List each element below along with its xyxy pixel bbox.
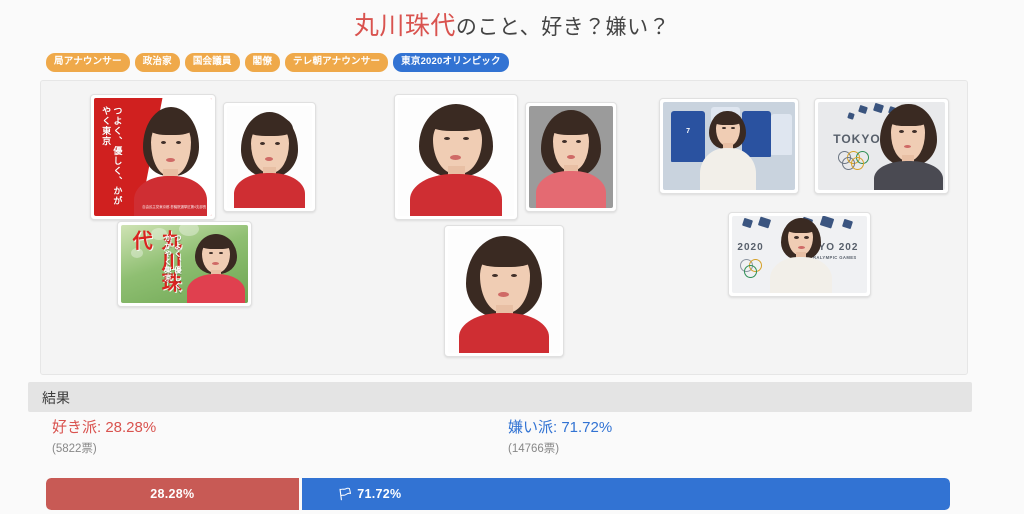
page-title-rest: のこと、好き？嫌い？ xyxy=(455,16,671,39)
gallery-photo-tokyo-olympic-backdrop[interactable]: TOKYO xyxy=(814,98,949,194)
gallery-photo-portrait-red-suit-white-bg[interactable] xyxy=(223,102,316,212)
campaign-poster-red-caption: つよく、優しく、かがやく東京 xyxy=(101,106,123,207)
tag-announcer[interactable]: 局アナウンサー xyxy=(46,53,130,72)
campaign-poster-green-image: 丸川珠代 つよく、優しく、かがやく東京 xyxy=(121,225,248,303)
portrait-red-jacket-smiling-image xyxy=(398,98,514,216)
result-dislike-column: 嫌い派: 71.72% (14766票) xyxy=(508,420,612,456)
paralympic-backdrop-year: 2020 xyxy=(737,242,764,254)
result-like-column: 好き派: 28.28% (5822票) xyxy=(52,420,156,456)
result-dislike-votes: (14766票) xyxy=(508,443,560,455)
gallery-photo-paralympic-backdrop[interactable]: 2020 KYO 202 RALYMPIC GAMES xyxy=(728,212,871,297)
tag-tokyo-2020-olympics[interactable]: 東京2020オリンピック xyxy=(393,53,509,72)
result-section-header: 結果 xyxy=(28,382,972,412)
poll-page: 丸川珠代のこと、好き？嫌い？ 局アナウンサー 政治家 国会議員 閣僚 テレ朝アナ… xyxy=(0,0,1024,514)
tag-tv-asahi-announcer[interactable]: テレ朝アナウンサー xyxy=(285,53,389,72)
result-bar-dislike-percent: 71.72% xyxy=(357,487,402,501)
portrait-red-suit-white-bg-image xyxy=(227,106,312,208)
page-title: 丸川珠代のこと、好き？嫌い？ xyxy=(0,6,1024,42)
gallery-photo-portrait-red-jacket-gray-bg[interactable] xyxy=(525,102,617,212)
gallery-photo-announcer-jerseys[interactable]: 7 xyxy=(659,98,799,194)
tag-politician[interactable]: 政治家 xyxy=(134,53,180,72)
portrait-red-jacket-gray-bg-image xyxy=(529,106,613,208)
tag-cabinet-minister[interactable]: 閣僚 xyxy=(244,53,281,72)
winner-flag-icon: 🏳 xyxy=(337,487,354,501)
result-like-votes: (5822票) xyxy=(52,443,97,455)
gallery-photo-campaign-poster-red[interactable]: つよく、優しく、かがやく東京 自由民主党東京都 参議院選挙区第4支部長 xyxy=(90,94,216,220)
result-bar-like-percent: 28.28% xyxy=(150,487,195,501)
tag-diet-member[interactable]: 国会議員 xyxy=(184,53,240,72)
tokyo-olympic-backdrop-image: TOKYO xyxy=(818,102,945,190)
campaign-poster-red-credit: 自由民主党東京都 参議院選挙区第4支部長 xyxy=(142,205,207,209)
campaign-poster-red-image: つよく、優しく、かがやく東京 自由民主党東京都 参議院選挙区第4支部長 xyxy=(94,98,212,216)
gallery-photo-portrait-red-jacket-smiling[interactable] xyxy=(394,94,518,220)
result-dislike-label: 嫌い派: 71.72% xyxy=(508,419,613,436)
result-bar: 28.28% 🏳 71.72% xyxy=(46,478,950,510)
result-section-title: 結果 xyxy=(42,390,70,406)
paralympic-backdrop-image: 2020 KYO 202 RALYMPIC GAMES xyxy=(732,216,867,293)
result-summary: 好き派: 28.28% (5822票) 嫌い派: 71.72% (14766票) xyxy=(0,420,1024,480)
announcer-jerseys-image: 7 xyxy=(663,102,795,190)
result-bar-dislike-segment[interactable]: 🏳 71.72% xyxy=(301,478,950,510)
tag-list: 局アナウンサー 政治家 国会議員 閣僚 テレ朝アナウンサー 東京2020オリンピ… xyxy=(46,53,509,72)
campaign-poster-green-caption: つよく、優しく、かがやく東京 xyxy=(163,233,183,298)
page-title-name: 丸川珠代 xyxy=(353,12,456,40)
portrait-red-jacket-center-image xyxy=(448,229,560,353)
result-bar-like-segment[interactable]: 28.28% xyxy=(46,478,302,510)
gallery-photo-campaign-poster-green[interactable]: 丸川珠代 つよく、優しく、かがやく東京 xyxy=(117,221,252,307)
photo-gallery: つよく、優しく、かがやく東京 自由民主党東京都 参議院選挙区第4支部長 7 TO… xyxy=(40,80,968,375)
gallery-photo-portrait-red-jacket-center[interactable] xyxy=(444,225,564,357)
result-like-label: 好き派: 28.28% xyxy=(52,419,157,436)
